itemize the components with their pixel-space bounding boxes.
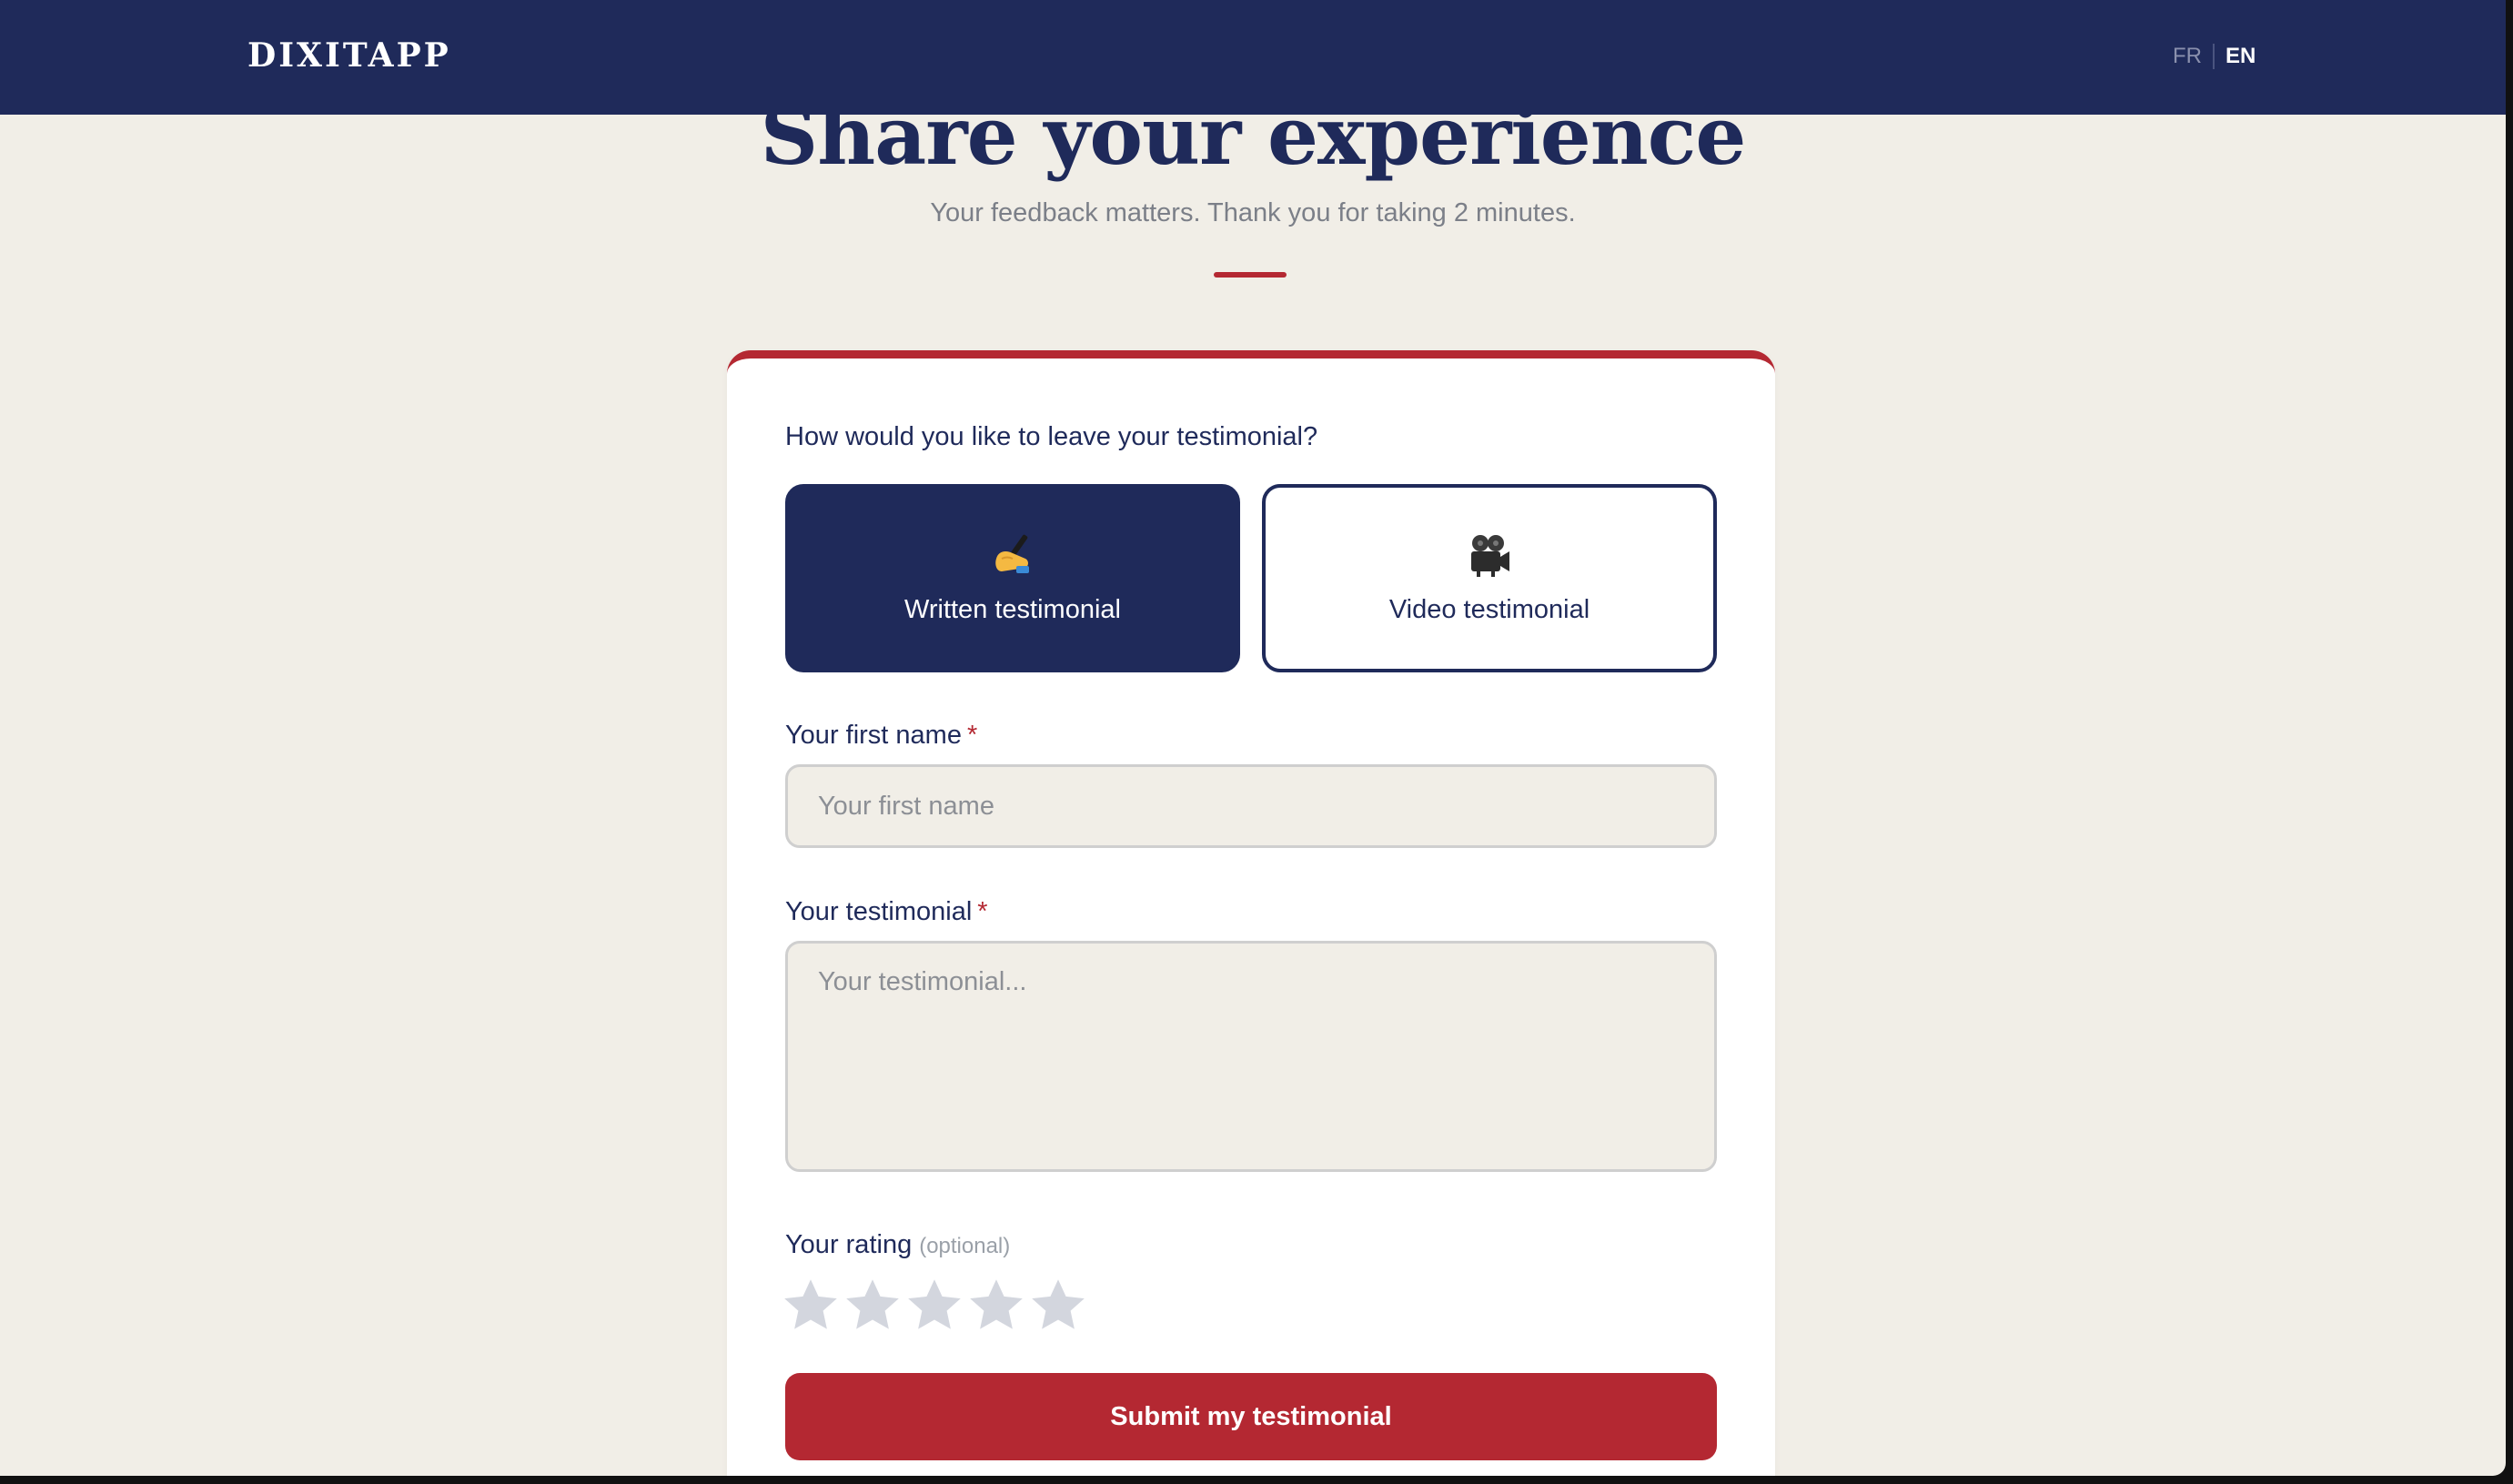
- star-5-icon[interactable]: [1029, 1276, 1087, 1334]
- testimonial-form-card: How would you like to leave your testimo…: [727, 350, 1775, 1476]
- writing-hand-icon: [989, 531, 1036, 579]
- first-name-input[interactable]: [785, 764, 1717, 848]
- brand-logo[interactable]: DIXITAPP: [247, 36, 451, 75]
- lang-en-link[interactable]: EN: [2225, 44, 2256, 69]
- star-4-icon[interactable]: [967, 1276, 1025, 1334]
- lang-separator: [2213, 44, 2215, 69]
- star-1-icon[interactable]: [782, 1276, 840, 1334]
- page-subtitle: Your feedback matters. Thank you for tak…: [930, 198, 1576, 227]
- star-3-icon[interactable]: [905, 1276, 964, 1334]
- lang-fr-link[interactable]: FR: [2173, 44, 2202, 69]
- rating-optional-note: (optional): [919, 1234, 1011, 1258]
- star-2-icon[interactable]: [843, 1276, 902, 1334]
- first-name-label-text: Your first name: [785, 721, 962, 750]
- video-testimonial-label: Video testimonial: [1388, 595, 1590, 624]
- written-testimonial-option[interactable]: Written testimonial: [785, 484, 1240, 672]
- required-asterisk: *: [966, 721, 978, 750]
- star-rating: [782, 1276, 1087, 1334]
- browser-viewport: Share your experience Your feedback matt…: [0, 0, 2506, 1476]
- title-divider: [1214, 272, 1287, 278]
- testimonial-textarea[interactable]: [785, 941, 1717, 1172]
- video-testimonial-option[interactable]: Video testimonial: [1262, 484, 1717, 672]
- first-name-label: Your first name *: [785, 721, 977, 751]
- testimonial-label: Your testimonial *: [785, 897, 988, 927]
- submit-testimonial-button[interactable]: Submit my testimonial: [785, 1373, 1717, 1460]
- testimonial-type-question: How would you like to leave your testimo…: [785, 422, 1318, 451]
- written-testimonial-label: Written testimonial: [904, 595, 1121, 624]
- rating-label-text: Your rating: [785, 1230, 913, 1259]
- rating-label: Your rating (optional): [785, 1230, 1010, 1260]
- top-navbar: DIXITAPP FR EN: [0, 0, 2506, 115]
- language-switcher: FR EN: [2173, 44, 2256, 69]
- testimonial-label-text: Your testimonial: [785, 897, 973, 926]
- movie-camera-icon: [1466, 531, 1513, 579]
- required-asterisk: *: [977, 897, 988, 926]
